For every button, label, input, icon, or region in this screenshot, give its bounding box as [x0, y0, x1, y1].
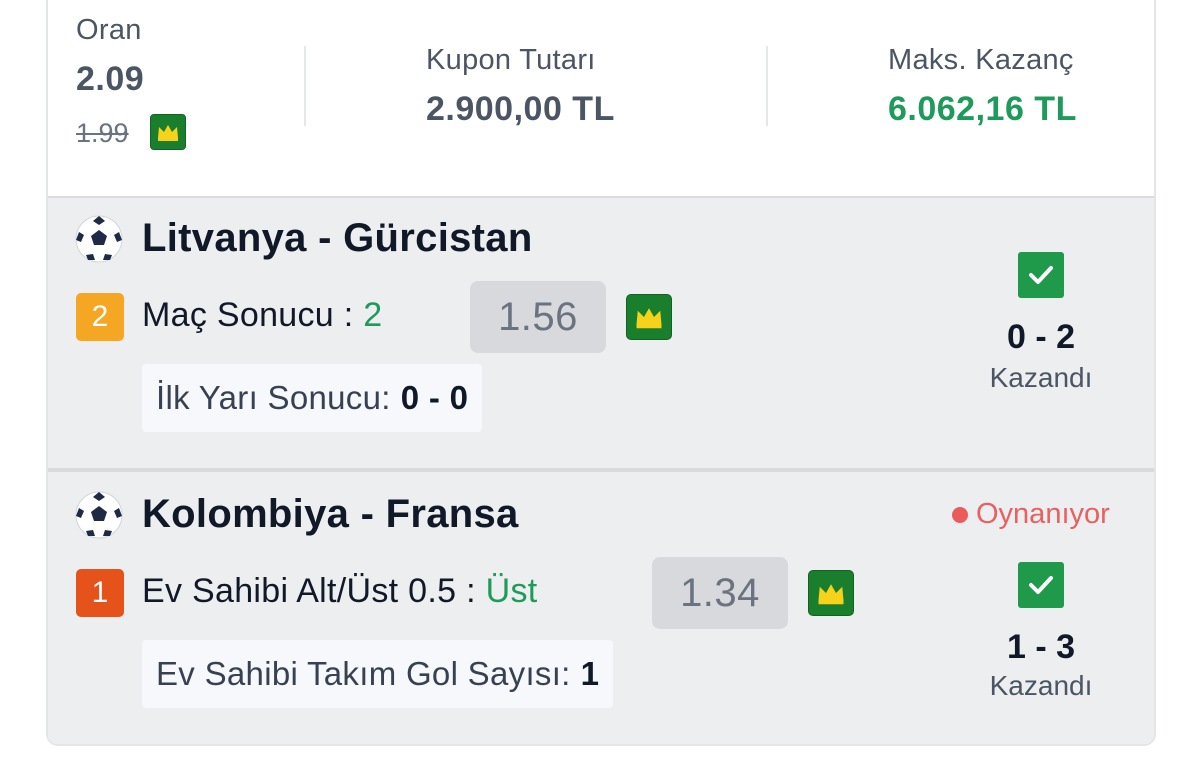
info-box: Ev Sahibi Takım Gol Sayısı: 1 — [142, 640, 614, 708]
check-icon — [1018, 252, 1064, 298]
soccer-ball-icon — [75, 215, 123, 263]
odd-box[interactable]: 1.34 — [652, 557, 788, 629]
match-score: 0 - 2 — [1006, 318, 1076, 356]
coupon-card: Oran 2.09 1.99 Kupon Tutarı 2.900,00 TL … — [46, 0, 1156, 746]
selection-number-badge: 2 — [76, 293, 124, 341]
crown-icon — [808, 570, 854, 616]
market-name: Ev Sahibi Alt/Üst 0.5 : — [142, 572, 476, 610]
info-label: Ev Sahibi Takım Gol Sayısı: — [156, 655, 571, 692]
crown-icon — [150, 114, 186, 150]
info-label: İlk Yarı Sonucu: — [156, 379, 391, 416]
market-pick: Üst — [485, 572, 538, 610]
check-icon — [1018, 562, 1064, 608]
match-item[interactable]: Litvanya - Gürcistan 2 Maç Sonucu : 2 1.… — [48, 198, 1154, 468]
max-win-value: 6.062,16 TL — [888, 90, 1077, 128]
info-value: 0 - 0 — [400, 379, 469, 416]
stake-value: 2.900,00 TL — [426, 90, 615, 128]
market-label: Maç Sonucu : 2 — [142, 296, 382, 335]
match-item[interactable]: Kolombiya - Fransa Oynanıyor 1 Ev Sahibi… — [48, 472, 1154, 744]
match-result: Kazandı — [989, 362, 1093, 393]
match-result: Kazandı — [989, 670, 1093, 701]
odds-value: 2.09 — [76, 60, 145, 98]
max-win-label: Maks. Kazanç — [888, 44, 1074, 76]
live-status: Oynanıyor — [952, 498, 1110, 531]
odd-box[interactable]: 1.56 — [470, 281, 606, 353]
info-value: 1 — [580, 655, 600, 692]
old-odds-value: 1.99 — [76, 118, 129, 148]
soccer-ball-icon — [75, 491, 123, 539]
stake-label: Kupon Tutarı — [426, 44, 596, 76]
match-score: 1 - 3 — [1006, 628, 1076, 666]
market-pick: 2 — [363, 296, 383, 334]
market-name: Maç Sonucu : — [142, 296, 354, 334]
match-title: Litvanya - Gürcistan — [142, 216, 533, 260]
live-status-label: Oynanıyor — [976, 498, 1110, 530]
market-label: Ev Sahibi Alt/Üst 0.5 : Üst — [142, 572, 538, 611]
odds-label: Oran — [76, 14, 142, 46]
match-title: Kolombiya - Fransa — [142, 492, 519, 536]
live-dot-icon — [952, 506, 968, 523]
selection-number-badge: 1 — [76, 569, 124, 617]
crown-icon — [626, 294, 672, 340]
summary-divider — [766, 46, 768, 126]
coupon-summary: Oran 2.09 1.99 Kupon Tutarı 2.900,00 TL … — [48, 0, 1154, 198]
info-box: İlk Yarı Sonucu: 0 - 0 — [142, 364, 483, 432]
summary-divider — [304, 46, 306, 126]
